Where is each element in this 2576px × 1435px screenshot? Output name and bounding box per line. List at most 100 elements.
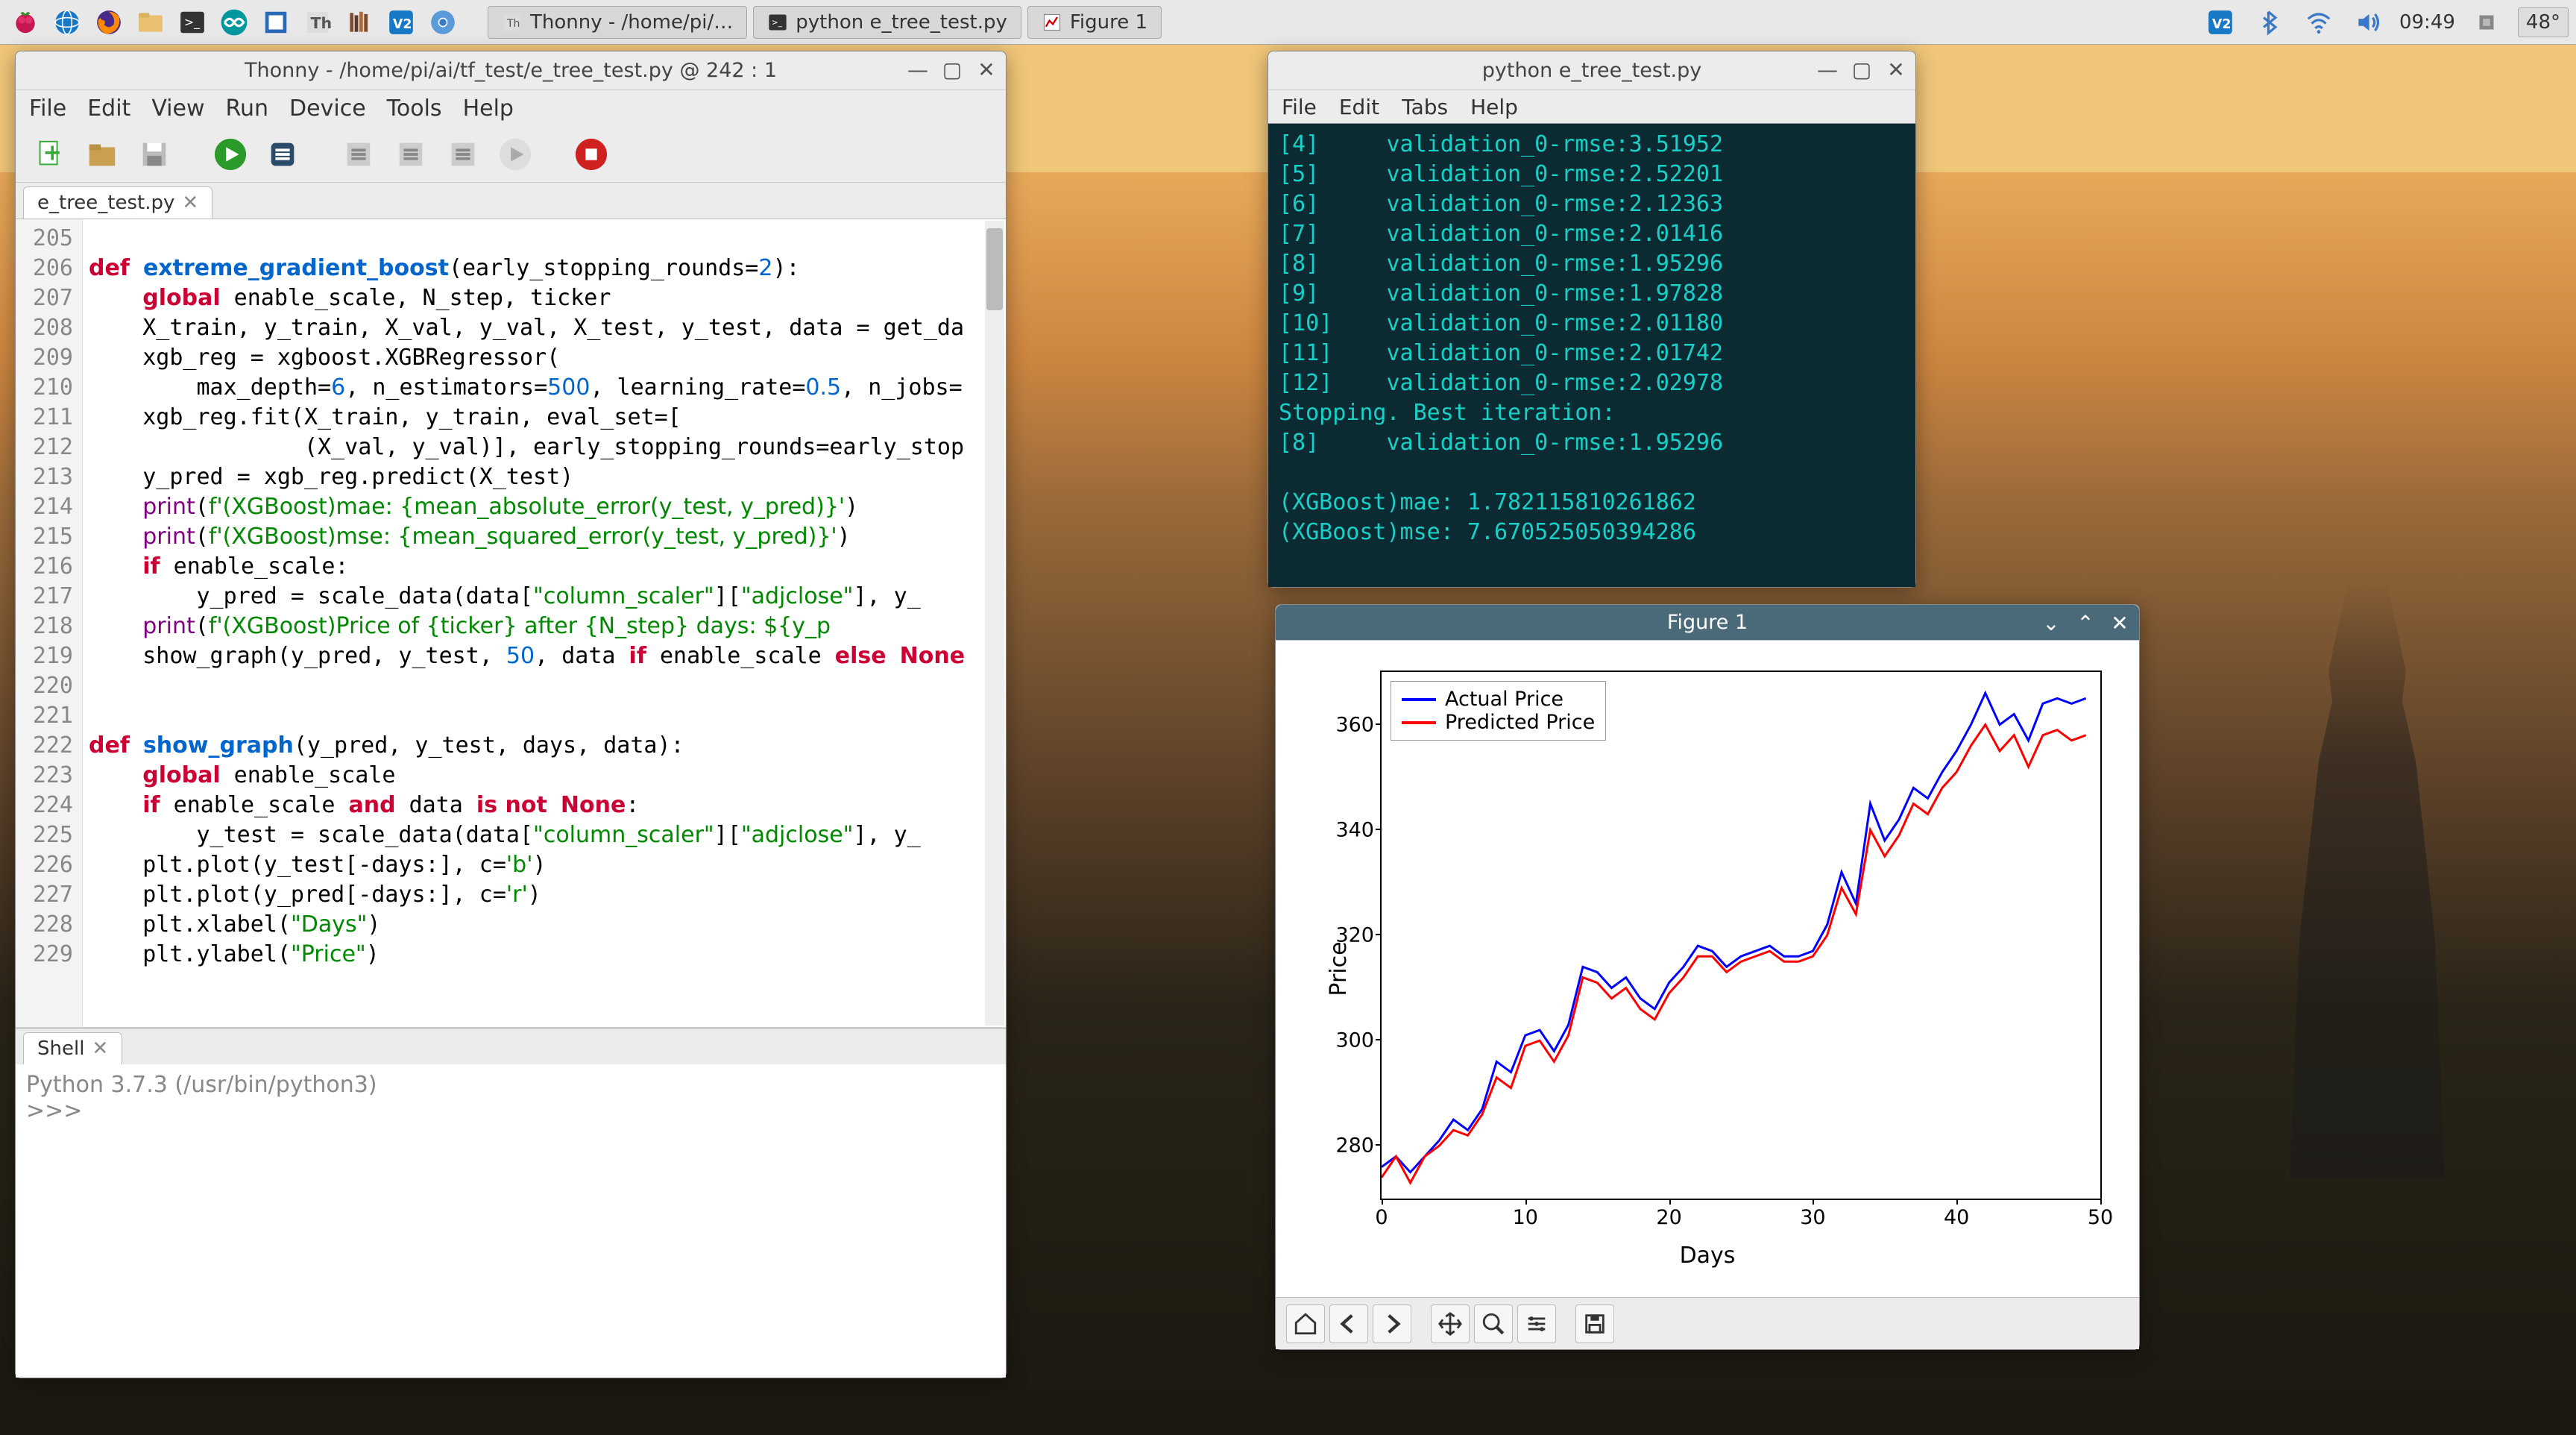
figure-titlebar[interactable]: Figure 1 ⌄ ⌃ ✕ xyxy=(1276,605,2139,641)
forward-icon[interactable] xyxy=(1373,1304,1411,1343)
close-icon[interactable]: ✕ xyxy=(976,59,997,80)
terminal-icon[interactable]: >_ xyxy=(174,4,210,40)
zoom-icon[interactable] xyxy=(1474,1304,1513,1343)
bluej-icon[interactable] xyxy=(258,4,294,40)
taskbar-terminal-label: python e_tree_test.py xyxy=(796,11,1007,34)
home-icon[interactable] xyxy=(1286,1304,1325,1343)
maximize-icon[interactable]: ▢ xyxy=(942,59,963,80)
step-over-icon[interactable] xyxy=(338,134,380,175)
plot-lines xyxy=(1382,672,2100,1199)
y-tick: 280 xyxy=(1322,1134,1374,1158)
thonny-titlebar[interactable]: Thonny - /home/pi/ai/tf_test/e_tree_test… xyxy=(16,51,1006,90)
save-file-icon[interactable] xyxy=(133,134,175,175)
pan-icon[interactable] xyxy=(1431,1304,1470,1343)
close-tab-icon[interactable]: ✕ xyxy=(182,192,198,214)
svg-text:+: + xyxy=(42,139,62,166)
shell-prompt: >>> xyxy=(26,1098,995,1124)
svg-text:Th: Th xyxy=(311,13,333,31)
minimize-icon[interactable]: ⌄ xyxy=(2041,612,2062,633)
svg-text:>_: >_ xyxy=(184,14,201,29)
svg-text:>_: >_ xyxy=(772,18,783,27)
y-tick: 300 xyxy=(1322,1029,1374,1052)
volume-icon[interactable] xyxy=(2350,4,2386,40)
thonny-title: Thonny - /home/pi/ai/tf_test/e_tree_test… xyxy=(245,59,777,82)
shell-intro: Python 3.7.3 (/usr/bin/python3) xyxy=(26,1072,995,1098)
bookshelf-icon[interactable] xyxy=(341,4,377,40)
open-file-icon[interactable] xyxy=(81,134,123,175)
editor-scrollbar[interactable] xyxy=(985,221,1004,1026)
terminal-title: python e_tree_test.py xyxy=(1482,59,1702,82)
editor-tab-label: e_tree_test.py xyxy=(37,192,174,214)
cpu-temp[interactable]: 48° xyxy=(2518,7,2569,37)
close-icon[interactable]: ✕ xyxy=(2109,612,2130,633)
close-icon[interactable]: ✕ xyxy=(1886,59,1906,80)
stop-icon[interactable] xyxy=(570,134,612,175)
step-into-icon[interactable] xyxy=(390,134,432,175)
file-manager-icon[interactable] xyxy=(133,4,169,40)
y-tick: 340 xyxy=(1322,818,1374,841)
editor-tab[interactable]: e_tree_test.py ✕ xyxy=(23,186,212,219)
maximize-icon[interactable]: ⌃ xyxy=(2075,612,2096,633)
vnc-tray-icon[interactable]: V2 xyxy=(2202,4,2238,40)
menu-run[interactable]: Run xyxy=(226,95,269,122)
clock[interactable]: 09:49 xyxy=(2399,11,2455,34)
editor-area[interactable]: 205 206 207 208 209 210 211 212 213 214 … xyxy=(16,219,1006,1027)
menu-device[interactable]: Device xyxy=(289,95,366,122)
thonny-window: Thonny - /home/pi/ai/tf_test/e_tree_test… xyxy=(15,51,1007,1378)
bluetooth-icon[interactable] xyxy=(2252,4,2287,40)
taskbar-thonny-label: Thonny - /home/pi/… xyxy=(530,11,733,34)
term-menu-file[interactable]: File xyxy=(1282,95,1317,119)
chromium-icon[interactable] xyxy=(425,4,461,40)
terminal-titlebar[interactable]: python e_tree_test.py — ▢ ✕ xyxy=(1268,51,1915,90)
maximize-icon[interactable]: ▢ xyxy=(1851,59,1872,80)
svg-text:V2: V2 xyxy=(393,16,412,31)
code-text[interactable]: def extreme_gradient_boost(early_stoppin… xyxy=(83,219,1006,1027)
editor-tab-strip: e_tree_test.py ✕ xyxy=(16,183,1006,219)
figure-window: Figure 1 ⌄ ⌃ ✕ Price Days Actual Price P… xyxy=(1275,604,2140,1350)
firefox-icon[interactable] xyxy=(91,4,127,40)
subplots-icon[interactable] xyxy=(1517,1304,1556,1343)
taskbar-thonny-button[interactable]: Th Thonny - /home/pi/… xyxy=(488,6,747,39)
vnc-icon[interactable]: V2 xyxy=(383,4,419,40)
x-tick: 20 xyxy=(1656,1206,1681,1229)
scrollbar-thumb[interactable] xyxy=(986,228,1003,310)
arduino-icon[interactable] xyxy=(216,4,252,40)
menu-edit[interactable]: Edit xyxy=(87,95,130,122)
y-tick: 360 xyxy=(1322,713,1374,736)
save-icon[interactable] xyxy=(1575,1304,1614,1343)
shell-tab[interactable]: Shell ✕ xyxy=(23,1032,122,1064)
resume-icon[interactable] xyxy=(494,134,536,175)
raspberry-menu-icon[interactable] xyxy=(7,4,43,40)
debug-icon[interactable] xyxy=(262,134,303,175)
plot-area[interactable]: Actual Price Predicted Price 28030032034… xyxy=(1380,671,2102,1200)
new-file-icon[interactable]: + xyxy=(29,134,71,175)
line-gutter: 205 206 207 208 209 210 211 212 213 214 … xyxy=(16,219,83,1027)
menu-view[interactable]: View xyxy=(151,95,204,122)
terminal-output[interactable]: [4] validation_0-rmse:3.51952 [5] valida… xyxy=(1268,123,1915,587)
shell-body[interactable]: Python 3.7.3 (/usr/bin/python3) >>> xyxy=(16,1064,1006,1378)
web-browser-icon[interactable] xyxy=(49,4,85,40)
thonny-app-icon[interactable]: Th xyxy=(300,4,336,40)
term-menu-tabs[interactable]: Tabs xyxy=(1402,95,1448,119)
close-shell-tab-icon[interactable]: ✕ xyxy=(92,1037,108,1060)
term-menu-edit[interactable]: Edit xyxy=(1339,95,1379,119)
back-icon[interactable] xyxy=(1329,1304,1368,1343)
term-menu-help[interactable]: Help xyxy=(1470,95,1518,119)
menu-tools[interactable]: Tools xyxy=(387,95,442,122)
minimize-icon[interactable]: — xyxy=(907,59,928,80)
run-icon[interactable] xyxy=(210,134,251,175)
x-tick: 10 xyxy=(1513,1206,1538,1229)
cpu-icon[interactable] xyxy=(2469,4,2504,40)
thonny-toolbar: + xyxy=(16,126,1006,183)
y-axis-label: Price xyxy=(1326,941,1352,996)
x-tick: 40 xyxy=(1944,1206,1969,1229)
taskbar-figure-button[interactable]: Figure 1 xyxy=(1027,6,1162,39)
taskbar-terminal-button[interactable]: >_ python e_tree_test.py xyxy=(753,6,1021,39)
minimize-icon[interactable]: — xyxy=(1817,59,1838,80)
wifi-icon[interactable] xyxy=(2301,4,2337,40)
taskbar-figure-label: Figure 1 xyxy=(1070,11,1147,34)
step-out-icon[interactable] xyxy=(442,134,484,175)
menu-help[interactable]: Help xyxy=(463,95,514,122)
os-taskbar: >_ Th V2 Th Thonny - /home/pi/… >_ pytho… xyxy=(0,0,2576,45)
menu-file[interactable]: File xyxy=(29,95,66,122)
